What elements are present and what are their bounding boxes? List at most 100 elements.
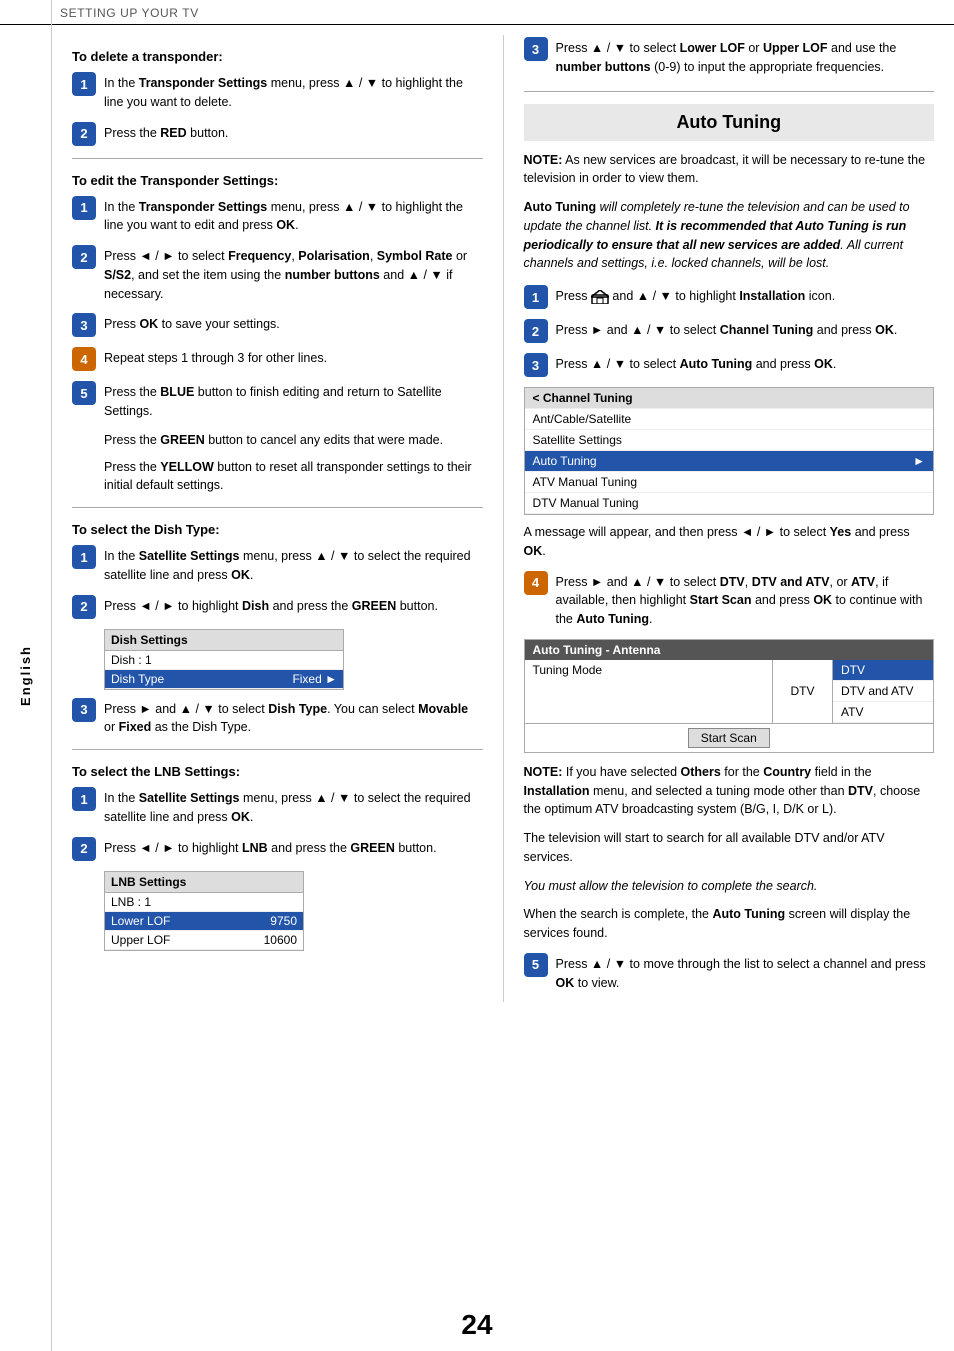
header-title: SETTING UP YOUR TV (60, 6, 199, 20)
step-at-num-1: 1 (524, 285, 548, 309)
channel-tuning-menu: < Channel Tuning Ant/Cable/Satellite Sat… (524, 387, 935, 515)
lnb-row-upper: Upper LOF 10600 (105, 931, 303, 950)
step-at-5: 5 Press ▲ / ▼ to move through the list t… (524, 953, 935, 993)
delete-transponder-heading: To delete a transponder: (72, 49, 483, 64)
right-column: 3 Press ▲ / ▼ to select Lower LOF or Upp… (503, 35, 935, 1002)
step-dish-3: 3 Press ► and ▲ / ▼ to select Dish Type.… (72, 698, 483, 738)
step-at-5-text: Press ▲ / ▼ to move through the list to … (556, 953, 935, 993)
step-edit-3-text: Press OK to save your settings. (104, 313, 280, 334)
step-number-2: 2 (72, 122, 96, 146)
step-at-num-3: 3 (524, 353, 548, 377)
step-at-3: 3 Press ▲ / ▼ to select Auto Tuning and … (524, 353, 935, 377)
sidebar: English (0, 0, 52, 1351)
step-at-1-text: Press and ▲ / ▼ to highlight Installatio… (556, 285, 836, 306)
divider-3 (72, 749, 483, 750)
step-edit-5-text: Press the BLUE button to finish editing … (104, 381, 483, 421)
step-edit-1-text: In the Transponder Settings menu, press … (104, 196, 483, 236)
step-edit-num-2: 2 (72, 245, 96, 269)
dish-type-label: Dish Type (111, 672, 164, 686)
step-lnb-1: 1 In the Satellite Settings menu, press … (72, 787, 483, 827)
auto-tuning-note-body: Auto Tuning will completely re-tune the … (524, 198, 935, 273)
step-edit-4: 4 Repeat steps 1 through 3 for other lin… (72, 347, 483, 371)
after-menu-text: A message will appear, and then press ◄ … (524, 523, 935, 561)
two-column-layout: To delete a transponder: 1 In the Transp… (72, 35, 934, 1002)
at-tuning-mode-label: Tuning Mode (533, 663, 765, 677)
home-icon (591, 290, 609, 304)
lnb-upper-label: Upper LOF (111, 933, 170, 947)
step-edit-num-1: 1 (72, 196, 96, 220)
at-table-body: Tuning Mode DTV DTV DTV and ATV ATV (525, 660, 934, 723)
lnb-row-lower: Lower LOF 9750 (105, 912, 303, 931)
step-edit-2: 2 Press ◄ / ► to select Frequency, Polar… (72, 245, 483, 303)
ch-auto-arrow: ► (913, 454, 925, 468)
step-edit-num-3: 3 (72, 313, 96, 337)
ch-row-atv-manual: ATV Manual Tuning (525, 472, 934, 493)
step-at-3-text: Press ▲ / ▼ to select Auto Tuning and pr… (556, 353, 837, 374)
step-lnb-num-3: 3 (524, 37, 548, 61)
dish-row-type: Dish Type Fixed ► (105, 670, 343, 689)
at-dtv-col-header: DTV (773, 660, 833, 723)
main-content: To delete a transponder: 1 In the Transp… (52, 25, 954, 1042)
step-edit-5: 5 Press the BLUE button to finish editin… (72, 381, 483, 421)
step-lnb-2-text: Press ◄ / ► to highlight LNB and press t… (104, 837, 437, 858)
ch-row-dtv-manual: DTV Manual Tuning (525, 493, 934, 514)
divider-1 (72, 158, 483, 159)
edit-plain-1: Press the GREEN button to cancel any edi… (104, 431, 483, 450)
at-opt-atv: ATV (833, 702, 933, 723)
sidebar-label: English (18, 645, 33, 706)
step-dish-1: 1 In the Satellite Settings menu, press … (72, 545, 483, 585)
lnb-upper-value: 10600 (264, 933, 297, 947)
step-lnb-num-2: 2 (72, 837, 96, 861)
divider-2 (72, 507, 483, 508)
step-dish-3-text: Press ► and ▲ / ▼ to select Dish Type. Y… (104, 698, 483, 738)
dish-menu-header: Dish Settings (105, 630, 343, 651)
at-opt-dtv-atv: DTV and ATV (833, 681, 933, 702)
step-lnb-num-1: 1 (72, 787, 96, 811)
edit-transponder-heading: To edit the Transponder Settings: (72, 173, 483, 188)
step-delete-2: 2 Press the RED button. (72, 122, 483, 146)
step-edit-2-text: Press ◄ / ► to select Frequency, Polaris… (104, 245, 483, 303)
note-allow: You must allow the television to complet… (524, 877, 935, 896)
at-table-left: Tuning Mode (525, 660, 774, 723)
lnb-menu-header: LNB Settings (105, 872, 303, 893)
page-header: SETTING UP YOUR TV (0, 0, 954, 25)
step-dish-num-1: 1 (72, 545, 96, 569)
step-lnb-2: 2 Press ◄ / ► to highlight LNB and press… (72, 837, 483, 861)
left-column: To delete a transponder: 1 In the Transp… (72, 35, 483, 1002)
step-dish-1-text: In the Satellite Settings menu, press ▲ … (104, 545, 483, 585)
ch-auto-label: Auto Tuning (533, 454, 597, 468)
lnb-row-1: LNB : 1 (105, 893, 303, 912)
step-lnb-1-text: In the Satellite Settings menu, press ▲ … (104, 787, 483, 827)
step-lnb-3: 3 Press ▲ / ▼ to select Lower LOF or Upp… (524, 37, 935, 77)
step-at-2: 2 Press ► and ▲ / ▼ to select Channel Tu… (524, 319, 935, 343)
ch-row-ant: Ant/Cable/Satellite (525, 409, 934, 430)
page-container: SETTING UP YOUR TV English To delete a t… (0, 0, 954, 1351)
start-scan-btn[interactable]: Start Scan (688, 728, 770, 748)
edit-plain-2: Press the YELLOW button to reset all tra… (104, 458, 483, 496)
step-edit-4-text: Repeat steps 1 through 3 for other lines… (104, 347, 327, 368)
lnb-settings-heading: To select the LNB Settings: (72, 764, 483, 779)
dish-settings-menu: Dish Settings Dish : 1 Dish Type Fixed ► (104, 629, 344, 690)
dish-type-value: Fixed ► (292, 672, 337, 686)
step-dish-2: 2 Press ◄ / ► to highlight Dish and pres… (72, 595, 483, 619)
step-delete-2-text: Press the RED button. (104, 122, 228, 143)
auto-tuning-heading: Auto Tuning (524, 104, 935, 141)
step-at-num-5: 5 (524, 953, 548, 977)
step-delete-1: 1 In the Transponder Settings menu, pres… (72, 72, 483, 112)
step-at-num-4: 4 (524, 571, 548, 595)
step-lnb-3-text: Press ▲ / ▼ to select Lower LOF or Upper… (556, 37, 935, 77)
lnb-settings-menu: LNB Settings LNB : 1 Lower LOF 9750 Uppe… (104, 871, 304, 951)
step-at-4-text: Press ► and ▲ / ▼ to select DTV, DTV and… (556, 571, 935, 629)
at-table-header: Auto Tuning - Antenna (525, 640, 934, 660)
lnb-lower-value: 9750 (270, 914, 297, 928)
auto-tuning-table: Auto Tuning - Antenna Tuning Mode DTV DT… (524, 639, 935, 753)
step-at-4: 4 Press ► and ▲ / ▼ to select DTV, DTV a… (524, 571, 935, 629)
step-dish-2-text: Press ◄ / ► to highlight Dish and press … (104, 595, 438, 616)
dish-row-1-label: Dish : 1 (111, 653, 152, 667)
lnb-lower-label: Lower LOF (111, 914, 170, 928)
step-at-1: 1 Press and ▲ / ▼ to highlight Installat… (524, 285, 935, 309)
note-complete: When the search is complete, the Auto Tu… (524, 905, 935, 943)
at-table-right: DTV DTV and ATV ATV (833, 660, 933, 723)
ch-row-satellite: Satellite Settings (525, 430, 934, 451)
step-dish-num-3: 3 (72, 698, 96, 722)
